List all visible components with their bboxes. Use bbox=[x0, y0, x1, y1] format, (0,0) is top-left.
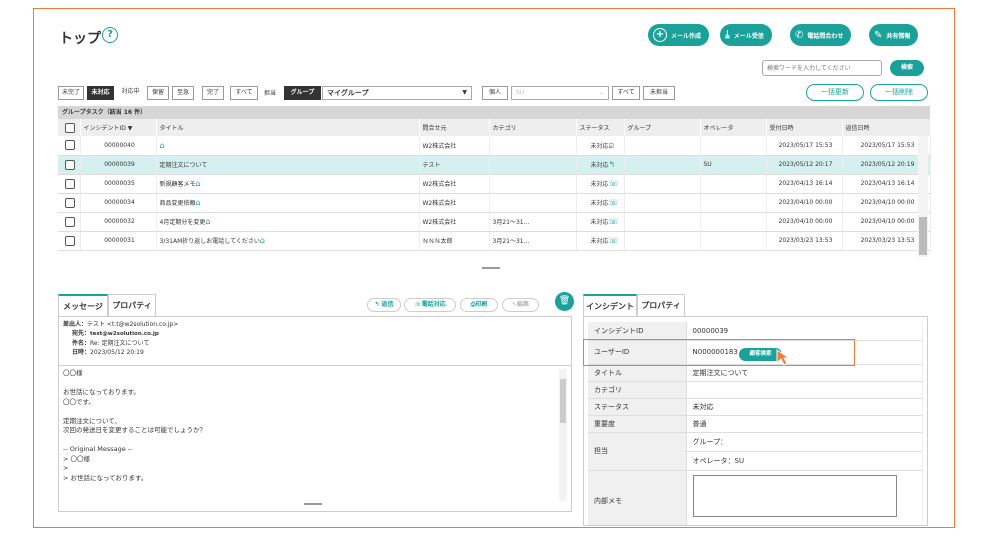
group-button[interactable]: グループ bbox=[284, 86, 321, 100]
incident-row: ステータス 未対応 bbox=[588, 398, 923, 416]
phone-icon: ✆ bbox=[795, 29, 804, 41]
lock-icon: ⌂ bbox=[205, 217, 211, 226]
search-button[interactable]: 検索 bbox=[890, 60, 924, 76]
col-group[interactable]: グループ bbox=[624, 119, 701, 136]
tab-incident-properties[interactable]: プロパティ bbox=[637, 294, 685, 316]
table-row[interactable]: 00000034 商品変更依頼⌂ W2株式会社 未対応☏ 2023/04/10 … bbox=[58, 193, 931, 213]
trash-icon[interactable]: 🗑 bbox=[555, 292, 574, 311]
message-panel: 差出人：テスト <t.t@w2solution.co.jp> 宛先：test@w… bbox=[58, 316, 572, 512]
table-row[interactable]: 00000035 新規顧客メモ⌂ W2株式会社 未対応☏ 2023/04/13 … bbox=[58, 174, 931, 194]
incident-row: 重要度 普通 bbox=[588, 415, 923, 433]
message-resize-handle[interactable] bbox=[304, 503, 322, 505]
tab-incident[interactable]: インシデント bbox=[583, 294, 637, 316]
filter-all-assignees[interactable]: すべて bbox=[612, 86, 640, 100]
page-title: トップ bbox=[59, 31, 101, 47]
search-input[interactable] bbox=[762, 60, 882, 76]
phone-response-button[interactable]: ☏電話対応 bbox=[404, 298, 456, 312]
filter-done[interactable]: 完了 bbox=[202, 86, 224, 100]
filter-in-progress[interactable]: 対応中 bbox=[117, 86, 144, 100]
tab-message-properties[interactable]: プロパティ bbox=[108, 294, 156, 316]
row-checkbox[interactable] bbox=[65, 216, 76, 227]
col-replied[interactable]: 返信日時 bbox=[842, 119, 931, 136]
edit-icon: ☑ bbox=[608, 142, 614, 150]
internal-memo-textarea[interactable] bbox=[692, 474, 897, 517]
phone-icon: ☏ bbox=[414, 301, 422, 308]
col-operator[interactable]: オペレータ bbox=[700, 119, 767, 136]
col-status[interactable]: ステータス bbox=[576, 119, 625, 136]
group-select[interactable]: マイグループ ▼ bbox=[322, 86, 472, 100]
incident-row: 担当 グループ： オペレータ：SU bbox=[588, 432, 923, 471]
reply-icon: ↰ bbox=[608, 160, 616, 169]
chevron-down-icon: ⌄ bbox=[598, 89, 604, 96]
incident-row: 内部メモ bbox=[588, 470, 923, 525]
table-header: インシデントID ▼ タイトル 問合せ元 カテゴリ ステータス グループ オペレ… bbox=[58, 119, 931, 136]
col-source[interactable]: 問合せ元 bbox=[419, 119, 490, 136]
share-info-button[interactable]: ✎ 共有情報 bbox=[869, 24, 919, 46]
task-grid: グループタスク（該当 16 件） インシデントID ▼ タイトル 問合せ元 カテ… bbox=[58, 106, 931, 251]
phone-icon: ☏ bbox=[608, 217, 619, 226]
cursor-icon bbox=[774, 348, 794, 370]
tab-message[interactable]: メッセージ bbox=[58, 294, 108, 316]
app-frame: トップ ? +メール作成 ⤓メール受信 ✆電話問合わせ ✎共有情報 検索 未完了… bbox=[33, 8, 955, 528]
row-checkbox[interactable] bbox=[65, 140, 76, 151]
table-row[interactable]: 00000040 ⌂ W2株式会社 未対応☑ 2023/05/17 15:53 … bbox=[58, 136, 931, 156]
grid-heading: グループタスク（該当 16 件） bbox=[58, 106, 930, 119]
filter-all[interactable]: すべて bbox=[230, 86, 258, 100]
assignee-label: 担当 bbox=[264, 90, 277, 97]
note-icon: ✎ bbox=[874, 29, 883, 41]
phone-icon: ☏ bbox=[608, 179, 619, 188]
lock-icon: ⌂ bbox=[159, 140, 165, 150]
filter-hold[interactable]: 保留 bbox=[147, 86, 169, 100]
reply-button[interactable]: ↰ 返信 bbox=[367, 298, 401, 312]
bulk-delete-button[interactable]: 一括削除 bbox=[870, 84, 928, 101]
message-body: 〇〇様 お世話になっております。 〇〇です。 定期注文について、 次回の発送日を… bbox=[63, 369, 206, 482]
mail-create-button[interactable]: + メール作成 bbox=[648, 24, 710, 46]
edit-button[interactable]: ✎編集 bbox=[502, 298, 539, 312]
phone-icon: ☏ bbox=[608, 198, 619, 207]
incident-row: タイトル 定期注文について bbox=[588, 364, 923, 382]
row-checkbox[interactable] bbox=[65, 159, 76, 170]
plus-icon: + bbox=[653, 28, 667, 42]
task-table: インシデントID ▼ タイトル 問合せ元 カテゴリ ステータス グループ オペレ… bbox=[58, 119, 931, 251]
mail-receive-button[interactable]: ⤓ メール受信 bbox=[720, 24, 772, 46]
row-checkbox[interactable] bbox=[65, 178, 76, 189]
row-checkbox[interactable] bbox=[65, 235, 76, 246]
phone-inquiry-button[interactable]: ✆ 電話問合わせ bbox=[790, 24, 852, 46]
print-button[interactable]: ⎙印刷 bbox=[460, 298, 498, 312]
filter-incomplete[interactable]: 未完了 bbox=[58, 86, 84, 100]
download-icon: ⤓ bbox=[725, 28, 730, 41]
phone-icon: ☏ bbox=[608, 236, 619, 245]
select-all-checkbox[interactable] bbox=[65, 122, 76, 133]
table-row[interactable]: 00000039 定期注文について テスト 未対応↰ SU 2023/05/12… bbox=[58, 155, 931, 175]
individual-select[interactable]: SU ⌄ bbox=[511, 86, 609, 100]
grid-resize-handle[interactable] bbox=[482, 267, 500, 269]
highlight-box bbox=[583, 339, 855, 366]
divider bbox=[59, 365, 571, 366]
message-scrollbar-thumb[interactable] bbox=[560, 379, 566, 423]
col-title[interactable]: タイトル bbox=[156, 119, 420, 136]
table-row[interactable]: 00000032 4月定期分を変更⌂ W2株式会社 3月21～31... 未対応… bbox=[58, 212, 931, 232]
chevron-down-icon: ▼ bbox=[462, 89, 467, 96]
incident-row: インシデントID 00000039 bbox=[588, 322, 923, 341]
bulk-update-button[interactable]: 一括更新 bbox=[806, 84, 864, 101]
filter-urgent[interactable]: 至急 bbox=[172, 86, 194, 100]
col-category[interactable]: カテゴリ bbox=[489, 119, 577, 136]
col-received[interactable]: 受付日時 bbox=[766, 119, 843, 136]
grid-scrollbar-thumb[interactable] bbox=[919, 217, 927, 255]
incident-row: カテゴリ bbox=[588, 381, 923, 399]
message-header: 差出人：テスト <t.t@w2solution.co.jp> 宛先：test@w… bbox=[63, 321, 179, 356]
lock-icon: ⌂ bbox=[259, 236, 265, 245]
row-checkbox[interactable] bbox=[65, 197, 76, 208]
lock-icon: ⌂ bbox=[195, 198, 201, 207]
filter-unhandled[interactable]: 未対応 bbox=[87, 86, 114, 100]
col-incident-id[interactable]: インシデントID ▼ bbox=[80, 119, 157, 136]
help-icon[interactable]: ? bbox=[102, 27, 118, 43]
table-row[interactable]: 00000031 3/31AM折り返しお電話してください⌂ ＮＮＮ太郎 3月21… bbox=[58, 231, 931, 251]
individual-button[interactable]: 個人 bbox=[482, 86, 508, 100]
reply-icon: ↰ bbox=[374, 301, 380, 308]
filter-unassigned[interactable]: 未担当 bbox=[643, 86, 675, 100]
lock-icon: ⌂ bbox=[195, 179, 201, 188]
